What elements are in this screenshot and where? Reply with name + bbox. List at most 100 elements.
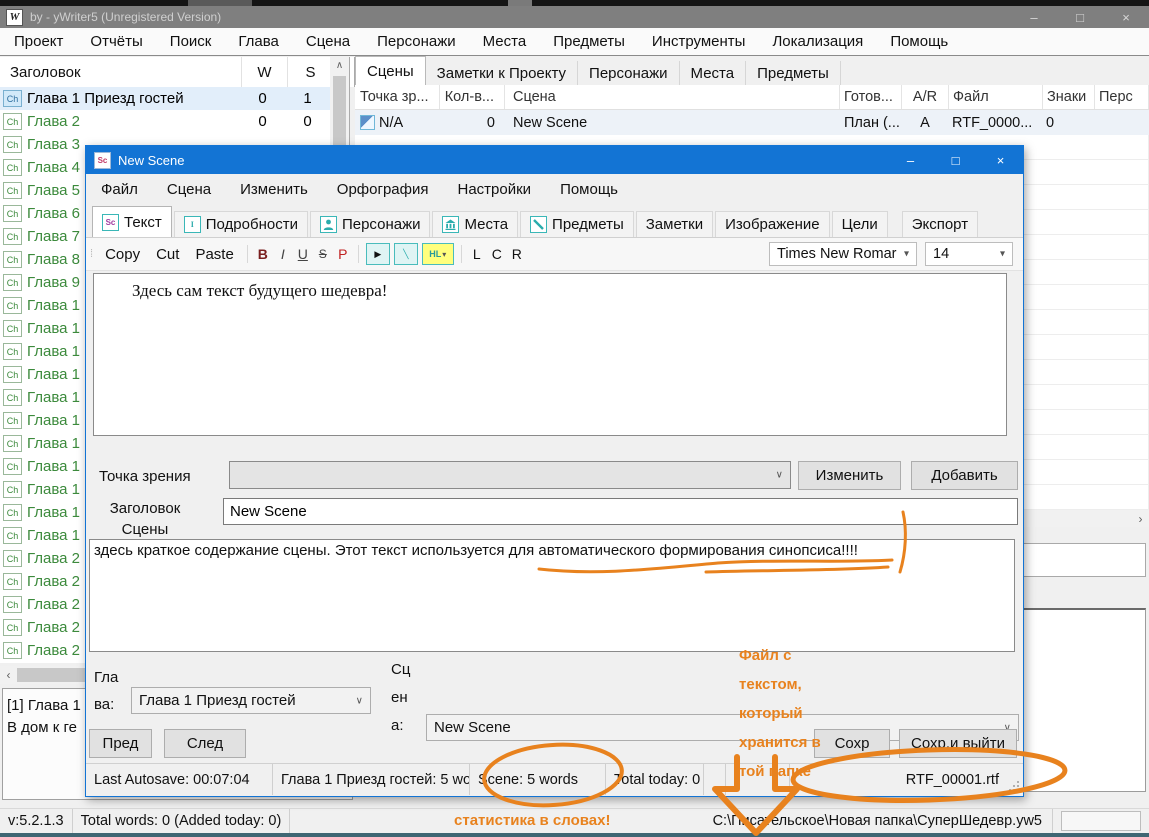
scene-title-label: Заголовок Сцены — [99, 498, 191, 540]
dialog-tab-locations[interactable]: Места — [432, 211, 518, 237]
scrollbar-thumb[interactable] — [17, 668, 91, 682]
underline-button[interactable]: U — [293, 246, 313, 262]
bold-button[interactable]: B — [253, 246, 273, 262]
chapter-icon: Ch — [3, 458, 22, 475]
scenes-table-header: Точка зр... Кол-в... Сцена Готов... A/R … — [355, 85, 1149, 110]
cell-status: План (... — [840, 115, 902, 131]
scroll-right-icon[interactable]: › — [1132, 512, 1149, 526]
col-count[interactable]: Кол-в... — [440, 85, 505, 109]
dialog-menu-help[interactable]: Помощь — [560, 181, 618, 198]
align-center-button[interactable]: C — [487, 246, 507, 262]
pov-select[interactable]: ∨ — [229, 461, 791, 489]
menu-item-tools[interactable]: Инструменты — [652, 33, 746, 50]
dialog-titlebar[interactable]: Sc New Scene – □ × — [86, 146, 1023, 174]
font-family-select[interactable]: Times New Romar ▾ — [769, 242, 917, 266]
tab-scenes[interactable]: Сцены — [355, 56, 426, 85]
chapter-select[interactable]: Глава 1 Приезд гостей ∨ — [131, 687, 371, 714]
save-button[interactable]: Сохр — [814, 729, 890, 758]
col-chars[interactable]: Знаки — [1043, 85, 1095, 109]
minimize-icon[interactable]: – — [1011, 6, 1057, 28]
dialog-tab-items[interactable]: Предметы — [520, 211, 634, 237]
prev-button[interactable]: Пред — [89, 729, 152, 758]
dialog-tab-goals[interactable]: Цели — [832, 211, 888, 237]
col-status[interactable]: Готов... — [840, 85, 902, 109]
scenes-tab-bar: Сцены Заметки к Проекту Персонажи Места … — [355, 57, 1149, 85]
chapter-row[interactable]: ChГлава 200 — [0, 110, 330, 133]
column-header-title[interactable]: Заголовок — [0, 57, 242, 87]
menu-item-localization[interactable]: Локализация — [772, 33, 863, 50]
menu-item-chapter[interactable]: Глава — [238, 33, 279, 50]
col-scene[interactable]: Сцена — [505, 85, 840, 109]
tab-characters[interactable]: Персонажи — [578, 61, 680, 85]
dialog-menu-file[interactable]: Файл — [101, 181, 138, 198]
dialog-tab-export[interactable]: Экспорт — [902, 211, 978, 237]
menu-item-search[interactable]: Поиск — [170, 33, 212, 50]
pov-add-button[interactable]: Добавить — [911, 461, 1018, 490]
chapter-icon: Ch — [3, 366, 22, 383]
align-right-button[interactable]: R — [507, 246, 527, 262]
pov-edit-button[interactable]: Изменить — [798, 461, 901, 490]
menu-item-locations[interactable]: Места — [483, 33, 527, 50]
paste-button[interactable]: Paste — [187, 246, 241, 263]
col-pov[interactable]: Точка зр... — [355, 85, 440, 109]
main-titlebar: W by - yWriter5 (Unregistered Version) –… — [0, 6, 1149, 28]
chevron-down-icon: ∨ — [356, 695, 363, 706]
scene-title-input[interactable] — [223, 498, 1018, 525]
resize-grip-icon[interactable] — [1009, 780, 1020, 791]
dialog-menu-edit[interactable]: Изменить — [240, 181, 308, 198]
column-header-words[interactable]: W — [242, 57, 288, 87]
dialog-tab-details[interactable]: I Подробности — [174, 211, 308, 237]
tab-items[interactable]: Предметы — [746, 61, 841, 85]
font-size-select[interactable]: 14 ▾ — [925, 242, 1013, 266]
pen-button[interactable]: ╲ — [394, 243, 418, 265]
col-ar[interactable]: A/R — [902, 85, 949, 109]
dialog-minimize-icon[interactable]: – — [888, 146, 933, 174]
dialog-tab-image[interactable]: Изображение — [715, 211, 830, 237]
chapter-label: Глава 2 — [22, 113, 240, 130]
column-header-scenes[interactable]: S — [288, 57, 334, 87]
cut-button[interactable]: Cut — [148, 246, 187, 263]
dialog-tab-bar: Sc Текст I Подробности Персонажи Места П… — [86, 206, 1023, 238]
tab-project-notes[interactable]: Заметки к Проекту — [426, 61, 578, 85]
scroll-up-icon[interactable]: ∧ — [330, 57, 349, 74]
scene-description-input[interactable]: здесь краткое содержание сцены. Этот тек… — [89, 539, 1015, 652]
menu-item-scene[interactable]: Сцена — [306, 33, 350, 50]
tab-locations[interactable]: Места — [680, 61, 747, 85]
close-icon[interactable]: × — [1103, 6, 1149, 28]
menu-item-project[interactable]: Проект — [14, 33, 63, 50]
menu-item-reports[interactable]: Отчёты — [90, 33, 142, 50]
menu-item-items[interactable]: Предметы — [553, 33, 625, 50]
italic-button[interactable]: I — [273, 246, 293, 262]
dialog-maximize-icon[interactable]: □ — [933, 146, 978, 174]
dialog-menu-scene[interactable]: Сцена — [167, 181, 211, 198]
menu-item-characters[interactable]: Персонажи — [377, 33, 456, 50]
dialog-tab-notes[interactable]: Заметки — [636, 211, 713, 237]
chapter-icon: Ch — [3, 274, 22, 291]
copy-button[interactable]: Copy — [97, 246, 148, 263]
chapter-row[interactable]: ChГлава 1 Приезд гостей01 — [0, 87, 330, 110]
play-button[interactable]: ▶ — [366, 243, 390, 265]
scene-table-row[interactable]: N/A 0 New Scene План (... A RTF_0000... … — [355, 110, 1149, 135]
strikethrough-button[interactable]: S — [313, 247, 333, 261]
highlight-button[interactable]: HL ▾ — [422, 243, 454, 265]
dialog-tab-characters[interactable]: Персонажи — [310, 211, 431, 237]
dialog-tab-text[interactable]: Sc Текст — [92, 206, 172, 237]
total-today-label: Total today: 0 — [606, 764, 704, 795]
align-left-button[interactable]: L — [467, 246, 487, 262]
scroll-left-icon[interactable]: ‹ — [0, 668, 17, 682]
chapter-icon: Ch — [3, 619, 22, 636]
col-file[interactable]: Файл — [949, 85, 1043, 109]
dialog-menu-settings[interactable]: Настройки — [458, 181, 532, 198]
rtf-file-label: RTF_00001.rtf — [790, 764, 1023, 795]
dialog-title: New Scene — [118, 153, 184, 168]
col-characters[interactable]: Перс — [1095, 85, 1149, 109]
maximize-icon[interactable]: □ — [1057, 6, 1103, 28]
scene-text-editor[interactable]: Здесь сам текст будущего шедевра! — [93, 273, 1007, 436]
menu-item-help[interactable]: Помощь — [890, 33, 948, 50]
next-button[interactable]: След — [164, 729, 246, 758]
save-exit-button[interactable]: Сохр.и выйти — [899, 729, 1017, 758]
dialog-menu-spelling[interactable]: Орфография — [337, 181, 429, 198]
chapter-icon: Ch — [3, 182, 22, 199]
dialog-close-icon[interactable]: × — [978, 146, 1023, 174]
paragraph-button[interactable]: P — [333, 246, 353, 262]
